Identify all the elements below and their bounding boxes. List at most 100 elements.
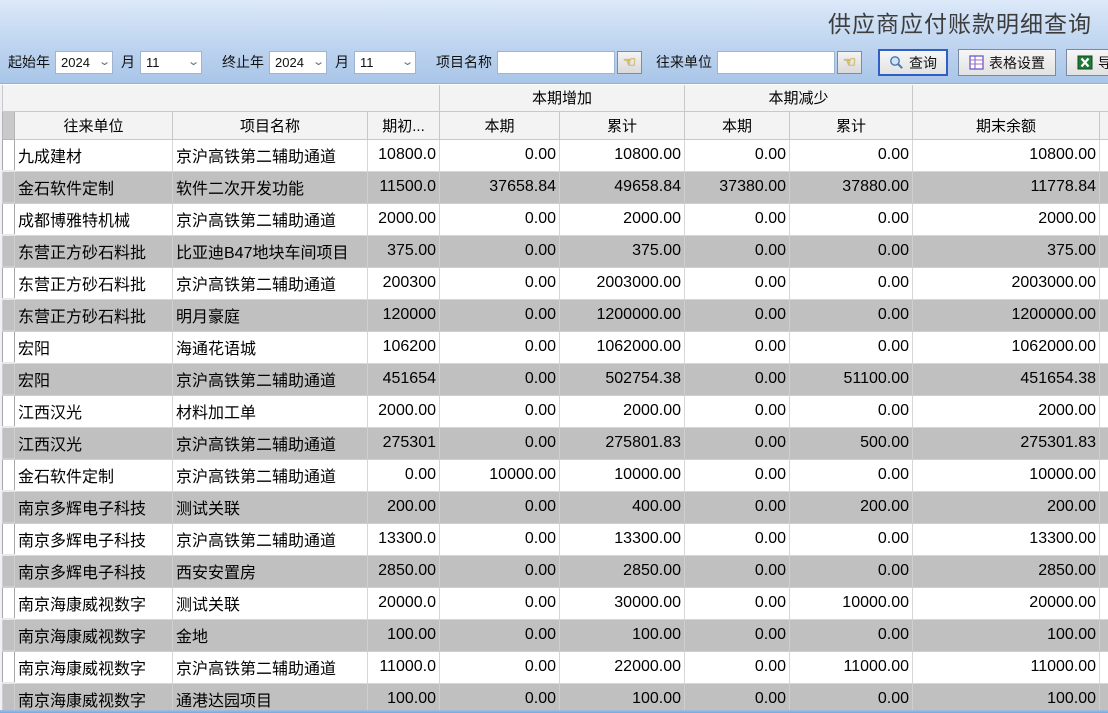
query-button[interactable]: 查询 [878,49,948,76]
cell[interactable]: 10000.00 [790,587,913,619]
col-header-decrease-current[interactable]: 本期 [685,111,790,139]
cell[interactable]: 0.00 [440,491,560,523]
cell[interactable]: 九成建材 [15,139,173,171]
row-selector[interactable] [3,299,15,331]
cell[interactable]: 金石软件定制 [15,459,173,491]
cell[interactable]: 0.00 [685,139,790,171]
cell[interactable]: 11778.84 [913,171,1100,203]
cell[interactable]: 0.00 [790,683,913,710]
cell[interactable]: 400.00 [560,491,685,523]
cell[interactable]: 10000.00 [913,459,1100,491]
start-month-select[interactable]: 11 ⌄ [140,51,202,74]
cell[interactable]: 10000.00 [560,459,685,491]
cell[interactable]: 西安安置房 [173,555,368,587]
cell[interactable]: 11500.0 [368,171,440,203]
cell[interactable]: 0.00 [685,587,790,619]
cell[interactable]: 0.00 [790,299,913,331]
cell[interactable]: 2000.00 [368,203,440,235]
cell[interactable]: 0.00 [790,203,913,235]
cell[interactable]: 通港达园项目 [173,683,368,710]
cell[interactable]: 0.00 [440,235,560,267]
row-selector[interactable] [3,523,15,555]
cell[interactable]: 0.00 [790,331,913,363]
cell[interactable]: 0.00 [440,427,560,459]
cell[interactable]: 2003000.00 [560,267,685,299]
cell[interactable]: 0.00 [685,651,790,683]
cell[interactable]: 南京海康威视数字 [15,651,173,683]
cell[interactable]: 成都博雅特机械 [15,203,173,235]
cell[interactable]: 10800.00 [913,139,1100,171]
cell[interactable]: 0.00 [685,459,790,491]
cell[interactable]: 13300.00 [913,523,1100,555]
cell[interactable]: 20000.00 [913,587,1100,619]
row-selector[interactable] [3,171,15,203]
cell[interactable]: 275301.83 [913,427,1100,459]
cell[interactable]: 49658.84 [560,171,685,203]
cell[interactable]: 1200000.00 [560,299,685,331]
export-button[interactable]: 导出 [1066,49,1108,76]
cell[interactable]: 南京海康威视数字 [15,587,173,619]
cell[interactable]: 0.00 [685,619,790,651]
col-header-opening[interactable]: 期初... [368,111,440,139]
cell[interactable]: 100.00 [368,683,440,710]
cell[interactable]: 0.00 [440,619,560,651]
row-selector[interactable] [3,395,15,427]
cell[interactable]: 0.00 [685,523,790,555]
row-selector[interactable] [3,235,15,267]
cell[interactable]: 0.00 [440,587,560,619]
cell[interactable]: 0.00 [440,395,560,427]
row-selector[interactable] [3,587,15,619]
row-selector[interactable] [3,363,15,395]
counterparty-lookup-button[interactable]: ☜ [837,51,862,74]
row-selector[interactable] [3,555,15,587]
cell[interactable]: 0.00 [685,235,790,267]
cell[interactable]: 51100.00 [790,363,913,395]
row-selector[interactable] [3,139,15,171]
cell[interactable]: 0.00 [685,395,790,427]
cell[interactable]: 2003000.00 [913,267,1100,299]
cell[interactable]: 京沪高铁第二辅助通道 [173,459,368,491]
cell[interactable]: 37658.84 [440,171,560,203]
cell[interactable]: 南京多辉电子科技 [15,555,173,587]
cell[interactable]: 1200000.00 [913,299,1100,331]
cell[interactable]: 100.00 [913,683,1100,710]
cell[interactable]: 京沪高铁第二辅助通道 [173,267,368,299]
cell[interactable]: 0.00 [685,363,790,395]
cell[interactable]: 200.00 [913,491,1100,523]
cell[interactable]: 宏阳 [15,331,173,363]
cell[interactable]: 2000.00 [368,395,440,427]
cell[interactable]: 明月豪庭 [173,299,368,331]
cell[interactable]: 0.00 [440,267,560,299]
cell[interactable]: 11000.00 [913,651,1100,683]
col-header-increase-current[interactable]: 本期 [440,111,560,139]
cell[interactable]: 451654.38 [913,363,1100,395]
cell[interactable]: 0.00 [685,267,790,299]
table-settings-button[interactable]: 表格设置 [958,49,1056,76]
cell[interactable]: 东营正方砂石料批 [15,299,173,331]
end-year-select[interactable]: 2024 ⌄ [269,51,327,74]
cell[interactable]: 0.00 [440,683,560,710]
cell[interactable]: 0.00 [440,139,560,171]
cell[interactable]: 120000 [368,299,440,331]
cell[interactable]: 南京多辉电子科技 [15,523,173,555]
cell[interactable]: 京沪高铁第二辅助通道 [173,363,368,395]
cell[interactable]: 京沪高铁第二辅助通道 [173,203,368,235]
cell[interactable]: 1062000.00 [560,331,685,363]
cell[interactable]: 2000.00 [560,395,685,427]
project-lookup-button[interactable]: ☜ [617,51,642,74]
cell[interactable]: 京沪高铁第二辅助通道 [173,139,368,171]
col-header-ending-balance[interactable]: 期末余额 [913,111,1100,139]
cell[interactable]: 2000.00 [560,203,685,235]
col-header-increase-cumulative[interactable]: 累计 [560,111,685,139]
cell[interactable]: 20000.0 [368,587,440,619]
cell[interactable]: 37380.00 [685,171,790,203]
cell[interactable]: 0.00 [685,203,790,235]
cell[interactable]: 京沪高铁第二辅助通道 [173,523,368,555]
cell[interactable]: 2850.00 [913,555,1100,587]
cell[interactable]: 0.00 [685,491,790,523]
cell[interactable]: 10000.00 [440,459,560,491]
cell[interactable]: 0.00 [440,363,560,395]
counterparty-input[interactable] [717,51,835,74]
cell[interactable]: 502754.38 [560,363,685,395]
cell[interactable]: 2850.00 [368,555,440,587]
